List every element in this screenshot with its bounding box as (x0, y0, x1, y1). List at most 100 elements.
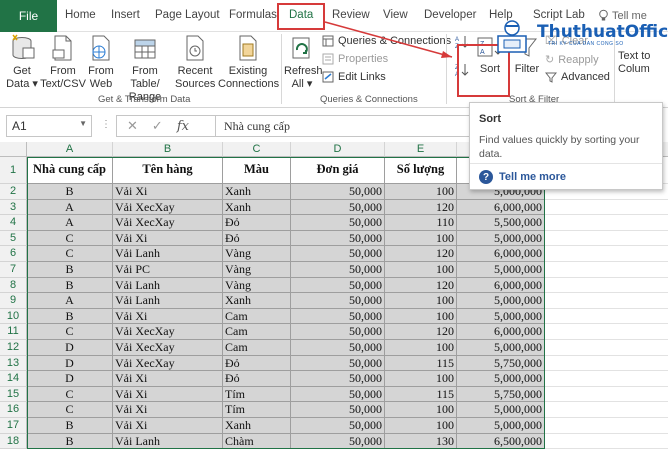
table-cell[interactable]: 100 (385, 308, 457, 325)
table-header-cell[interactable]: Nhà cung cấp (27, 157, 113, 184)
table-cell[interactable]: Vải Xi (113, 418, 223, 434)
table-cell[interactable]: Xanh (223, 184, 291, 200)
row-header[interactable]: 5 (0, 230, 27, 247)
empty-cell[interactable] (545, 246, 668, 262)
table-cell[interactable]: 50,000 (291, 340, 385, 356)
column-header[interactable]: E (385, 142, 457, 157)
table-cell[interactable]: 5,000,000 (457, 340, 545, 356)
empty-cell[interactable] (545, 386, 668, 403)
table-cell[interactable]: 5,000,000 (457, 230, 545, 247)
table-cell[interactable]: Vải Lanh (113, 246, 223, 262)
cancel-icon[interactable]: ✕ (127, 118, 138, 134)
empty-cell[interactable] (545, 262, 668, 278)
empty-cell[interactable] (545, 293, 668, 309)
table-cell[interactable]: Vải Xi (113, 386, 223, 403)
table-cell[interactable]: 50,000 (291, 402, 385, 418)
table-cell[interactable]: Vàng (223, 277, 291, 294)
row-header[interactable]: 18 (0, 433, 27, 450)
empty-cell[interactable] (545, 402, 668, 418)
table-cell[interactable]: C (27, 230, 113, 247)
table-cell[interactable]: 110 (385, 215, 457, 231)
table-cell[interactable]: Vải Xi (113, 371, 223, 387)
table-cell[interactable]: 50,000 (291, 418, 385, 434)
table-cell[interactable]: Vải XecXay (113, 199, 223, 216)
table-cell[interactable]: Vàng (223, 262, 291, 278)
empty-cell[interactable] (545, 371, 668, 387)
table-cell[interactable]: Vải XecXay (113, 340, 223, 356)
table-cell[interactable]: B (27, 418, 113, 434)
row-header[interactable]: 10 (0, 308, 27, 325)
table-cell[interactable]: 50,000 (291, 293, 385, 309)
column-header[interactable]: A (27, 142, 113, 157)
chevron-down-icon[interactable]: ▼ (79, 119, 87, 128)
column-header[interactable]: B (113, 142, 223, 157)
row-header[interactable]: 3 (0, 199, 27, 216)
table-cell[interactable]: 50,000 (291, 355, 385, 372)
empty-cell[interactable] (545, 277, 668, 294)
table-cell[interactable]: 100 (385, 340, 457, 356)
table-cell[interactable]: C (27, 324, 113, 340)
table-cell[interactable]: 120 (385, 246, 457, 262)
empty-cell[interactable] (545, 433, 668, 450)
table-cell[interactable]: 5,000,000 (457, 308, 545, 325)
formula-input[interactable]: Nhà cung cấp (216, 115, 470, 137)
table-cell[interactable]: 6,000,000 (457, 277, 545, 294)
table-cell[interactable]: 5,000,000 (457, 293, 545, 309)
table-cell[interactable]: Vải Lanh (113, 433, 223, 450)
table-cell[interactable]: 100 (385, 402, 457, 418)
table-cell[interactable]: D (27, 355, 113, 372)
table-cell[interactable]: Xanh (223, 293, 291, 309)
table-cell[interactable]: 6,000,000 (457, 324, 545, 340)
table-cell[interactable]: D (27, 340, 113, 356)
table-cell[interactable]: Đỏ (223, 371, 291, 387)
table-header-cell[interactable]: Đơn giá (291, 157, 385, 184)
row-header[interactable]: 2 (0, 184, 27, 200)
table-cell[interactable]: 120 (385, 324, 457, 340)
table-cell[interactable]: 5,000,000 (457, 402, 545, 418)
table-cell[interactable]: Đỏ (223, 230, 291, 247)
table-cell[interactable]: 120 (385, 277, 457, 294)
empty-cell[interactable] (545, 340, 668, 356)
table-cell[interactable]: 5,500,000 (457, 215, 545, 231)
table-cell[interactable]: C (27, 246, 113, 262)
table-cell[interactable]: 50,000 (291, 230, 385, 247)
table-cell[interactable]: 100 (385, 293, 457, 309)
table-cell[interactable]: 50,000 (291, 184, 385, 200)
table-cell[interactable]: C (27, 386, 113, 403)
table-cell[interactable]: Vải Xi (113, 230, 223, 247)
table-cell[interactable]: 50,000 (291, 371, 385, 387)
name-box[interactable]: A1 ▼ (6, 115, 92, 137)
table-cell[interactable]: Cam (223, 308, 291, 325)
empty-cell[interactable] (545, 215, 668, 231)
table-cell[interactable]: Vải PC (113, 262, 223, 278)
table-cell[interactable]: Tím (223, 386, 291, 403)
table-cell[interactable]: 50,000 (291, 262, 385, 278)
table-cell[interactable]: 100 (385, 418, 457, 434)
row-header[interactable]: 14 (0, 371, 27, 387)
table-header-cell[interactable]: Tên hàng (113, 157, 223, 184)
table-cell[interactable]: Xanh (223, 418, 291, 434)
table-cell[interactable]: 5,000,000 (457, 371, 545, 387)
table-cell[interactable]: 100 (385, 371, 457, 387)
select-all-corner[interactable] (0, 142, 27, 157)
table-cell[interactable]: 100 (385, 230, 457, 247)
row-header[interactable]: 12 (0, 340, 27, 356)
table-cell[interactable]: A (27, 215, 113, 231)
row-header[interactable]: 1 (0, 157, 27, 184)
table-cell[interactable]: Vải Lanh (113, 277, 223, 294)
row-header[interactable]: 13 (0, 355, 27, 372)
table-cell[interactable]: Vải XecXay (113, 355, 223, 372)
empty-cell[interactable] (545, 324, 668, 340)
table-cell[interactable]: B (27, 277, 113, 294)
table-cell[interactable]: Vải Xi (113, 402, 223, 418)
table-cell[interactable]: 6,000,000 (457, 199, 545, 216)
row-header[interactable]: 16 (0, 402, 27, 418)
table-cell[interactable]: 5,000,000 (457, 262, 545, 278)
more-options-icon[interactable]: ⋮ (101, 119, 111, 130)
table-cell[interactable]: Vải Xi (113, 184, 223, 200)
row-header[interactable]: 6 (0, 246, 27, 262)
table-cell[interactable]: 50,000 (291, 199, 385, 216)
table-cell[interactable]: A (27, 293, 113, 309)
table-cell[interactable]: 50,000 (291, 433, 385, 450)
table-cell[interactable]: 6,500,000 (457, 433, 545, 450)
